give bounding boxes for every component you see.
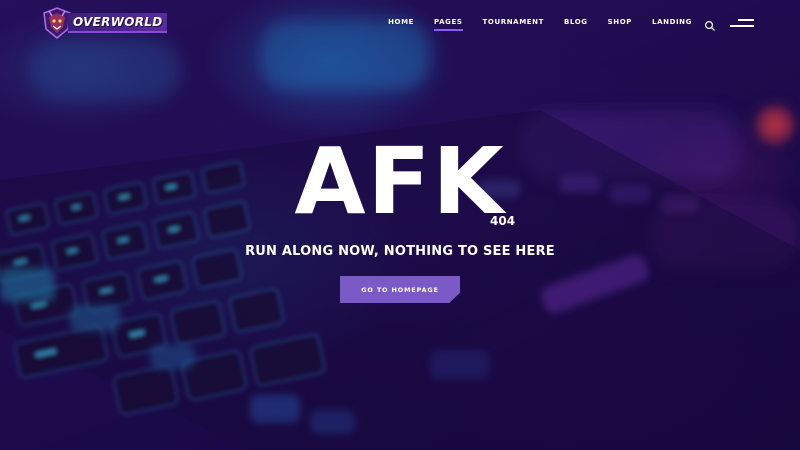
nav-item-landing[interactable]: LANDING <box>652 18 692 31</box>
nav-item-tournament[interactable]: TOURNAMENT <box>483 18 544 31</box>
main-navigation: HOME PAGES TOURNAMENT BLOG SHOP LANDING <box>388 18 692 31</box>
site-logo[interactable]: OVERWORLD <box>42 6 168 40</box>
title-wrap: AFK <box>294 132 505 232</box>
go-to-homepage-button[interactable]: GO TO HOMEPAGE <box>340 276 460 303</box>
hero-headline: AFK <box>0 132 800 232</box>
site-header: OVERWORLD HOME PAGES TOURNAMENT BLOG SHO… <box>0 0 800 48</box>
hero-section: OVERWORLD HOME PAGES TOURNAMENT BLOG SHO… <box>0 0 800 450</box>
nav-item-pages[interactable]: PAGES <box>434 18 464 31</box>
hamburger-menu-icon-line <box>730 25 754 27</box>
hero-subtitle: RUN ALONG NOW, NOTHING TO SEE HERE <box>245 244 555 259</box>
hamburger-menu-button[interactable] <box>728 17 754 29</box>
logo-wordmark: OVERWORLD <box>68 13 168 33</box>
nav-item-shop[interactable]: SHOP <box>608 18 632 31</box>
nav-item-blog[interactable]: BLOG <box>564 18 588 31</box>
search-icon <box>704 20 715 31</box>
search-button[interactable] <box>704 17 716 31</box>
hamburger-menu-icon-line <box>738 19 754 21</box>
nav-item-home[interactable]: HOME <box>388 18 414 31</box>
hero-title: AFK <box>294 128 506 235</box>
error-code: 404 <box>490 214 516 228</box>
